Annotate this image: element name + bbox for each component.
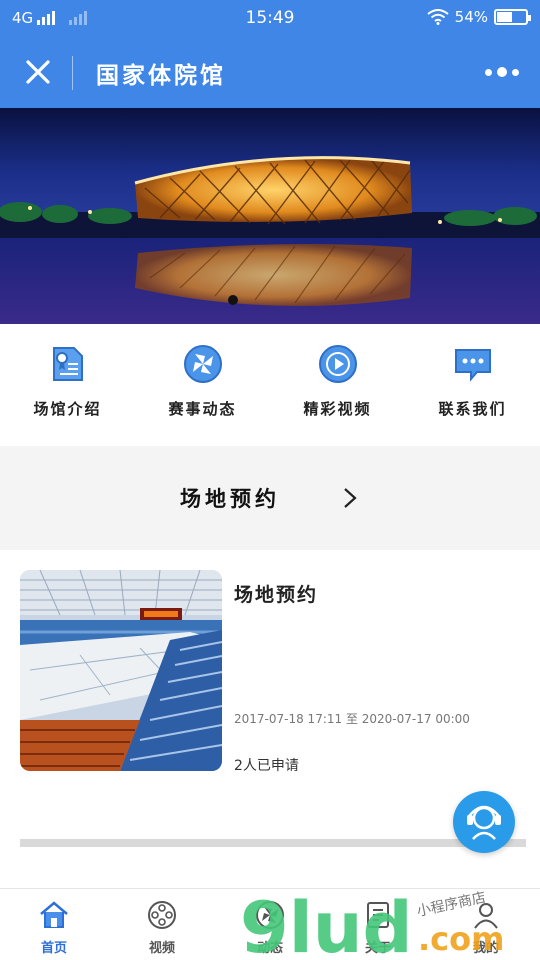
tab-mine[interactable]: 我的 [432,889,540,960]
booking-card-title: 场地预约 [234,584,319,606]
close-icon[interactable] [20,54,56,90]
booking-card-dates: 2017-07-18 17:11 至 2020-07-17 00:00 [234,712,470,726]
battery-fill [497,12,512,22]
more-dots-icon[interactable] [482,60,522,84]
booking-section-header[interactable]: 场地预约 [0,446,540,550]
quick-nav-label: 联系我们 [438,400,507,418]
film-reel-icon [148,901,176,929]
tab-news[interactable]: 动态 [216,889,324,960]
status-bar: 4G 15:49 54% [0,0,540,36]
chat-icon [454,349,491,382]
quick-nav-label: 赛事动态 [168,400,237,418]
tab-bar: 首页 视频 动态 关于 我的 [0,888,540,960]
booking-section-title: 场地预约 [180,486,280,511]
booking-card-applicants: 2人已申请 [234,758,299,774]
tab-about[interactable]: 关于 [324,889,432,960]
tab-label: 我的 [472,941,499,956]
play-icon [318,345,357,383]
pinwheel-icon [256,901,284,929]
title-bar: 国家体院馆 [0,36,540,108]
arena-image [20,570,222,771]
quick-nav-contact[interactable]: 联系我们 [405,324,540,446]
status-right: 54% [427,8,531,26]
headset-icon [467,805,501,840]
battery-percent: 54% [454,8,488,26]
document-icon [52,347,83,381]
banner-image[interactable] [0,108,540,324]
page-title: 国家体院馆 [96,62,226,89]
tab-label: 关于 [364,941,391,956]
tab-label: 首页 [40,941,67,956]
quick-nav-label: 精彩视频 [303,400,372,418]
battery-icon [494,9,531,25]
customer-service-button[interactable] [453,791,515,853]
chevron-right-icon [344,488,357,508]
quick-nav-videos[interactable]: 精彩视频 [270,324,405,446]
quick-nav-label: 场馆介绍 [33,400,102,418]
tab-label: 动态 [256,941,283,956]
user-icon [474,903,498,929]
card-divider [20,839,526,847]
quick-nav-venue-intro[interactable]: 场馆介绍 [0,324,135,446]
home-icon [40,901,68,928]
tab-label: 视频 [148,941,175,956]
tab-video[interactable]: 视频 [108,889,216,960]
wifi-icon [427,9,449,25]
title-separator [72,56,73,90]
tab-home[interactable]: 首页 [0,889,108,960]
info-icon [367,902,389,928]
pinwheel-icon [183,345,222,383]
quick-nav: 场馆介绍 赛事动态 精彩视频 联系我们 [0,324,540,446]
quick-nav-events[interactable]: 赛事动态 [135,324,270,446]
